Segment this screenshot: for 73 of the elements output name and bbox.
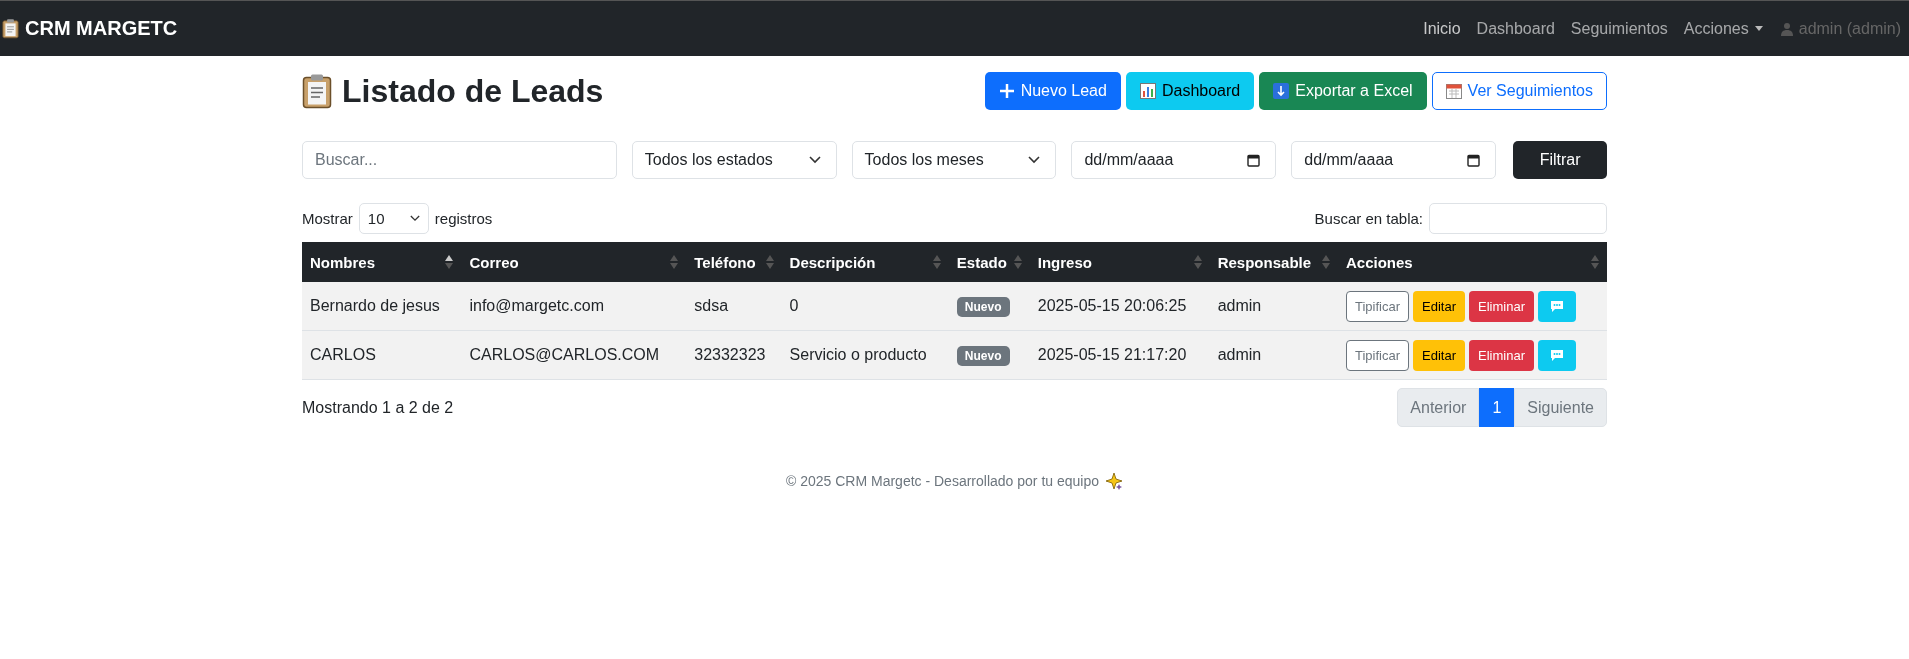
delete-button[interactable]: Eliminar: [1469, 339, 1534, 371]
nav-link[interactable]: Inicio: [1423, 19, 1461, 38]
filter-button[interactable]: Filtrar: [1513, 141, 1608, 179]
caret-icon: [1754, 26, 1763, 31]
chevron-icon: [409, 215, 420, 222]
date-field[interactable]: dd/mm/aaaa: [1291, 141, 1497, 179]
table-info: Mostrando 1 a 2 de 2: [302, 398, 454, 417]
column-header[interactable]: Nombres: [302, 242, 462, 282]
action-button[interactable]: Nuevo Lead: [984, 72, 1121, 110]
download-icon: [1273, 83, 1290, 99]
action-button[interactable]: Exportar a Excel: [1259, 72, 1427, 110]
table-cell: info@margetc.com: [461, 282, 687, 331]
table-cell: admin: [1209, 330, 1338, 380]
comment-button[interactable]: [1538, 290, 1576, 322]
nav-dropdown[interactable]: Acciones: [1683, 19, 1763, 38]
clipboard-icon: [2, 18, 19, 39]
table-cell: admin: [1209, 282, 1338, 331]
chat-icon: [1550, 299, 1564, 313]
previous-page-button[interactable]: Anterior: [1397, 388, 1480, 427]
table-cell: 2025-05-15 21:17:20: [1029, 330, 1210, 380]
records-label: registros: [434, 210, 493, 227]
edit-button[interactable]: Editar: [1413, 339, 1465, 371]
edit-button[interactable]: Editar: [1413, 290, 1465, 322]
calendar-icon: [1445, 83, 1462, 99]
column-header[interactable]: Responsable: [1209, 242, 1338, 282]
tipificar-button[interactable]: Tipificar: [1346, 290, 1410, 322]
table-cell: 32332323: [686, 330, 782, 380]
action-button[interactable]: Ver Seguimientos: [1431, 72, 1607, 110]
user-name: admin (admin): [1798, 19, 1901, 38]
page-size-select[interactable]: 10: [358, 203, 429, 234]
chevron-icon: [808, 156, 821, 164]
table-cell: CARLOS: [302, 330, 462, 380]
footer-text: © 2025 CRM Margetc - Desarrollado por tu equipo: [786, 473, 1099, 489]
column-header[interactable]: Estado: [948, 242, 1030, 282]
bar-chart-icon: [1139, 83, 1156, 99]
calendar-icon: [1247, 153, 1261, 167]
show-label: Mostrar: [302, 210, 353, 227]
next-page-button[interactable]: Siguiente: [1514, 388, 1607, 427]
tipificar-button[interactable]: Tipificar: [1346, 339, 1410, 371]
status-select[interactable]: Todos los estados: [631, 141, 837, 179]
chat-icon: [1550, 348, 1564, 362]
table-cell: Servicio o producto: [781, 330, 949, 380]
page-button[interactable]: 1: [1479, 388, 1515, 427]
column-header[interactable]: Descripción: [781, 242, 949, 282]
delete-button[interactable]: Eliminar: [1469, 290, 1534, 322]
table-cell: 2025-05-15 20:06:25: [1029, 282, 1210, 331]
table-cell: 0: [781, 282, 949, 331]
sparkles-icon: [1105, 472, 1123, 490]
action-button[interactable]: Dashboard: [1125, 72, 1255, 110]
month-select[interactable]: Todos los meses: [851, 141, 1057, 179]
status-badge: Nuevo: [956, 346, 1010, 366]
page-title: Listado de Leads: [342, 72, 604, 110]
column-header[interactable]: Acciones: [1338, 242, 1607, 282]
column-header[interactable]: Correo: [461, 242, 687, 282]
column-header[interactable]: Teléfono: [686, 242, 782, 282]
comment-button[interactable]: [1538, 339, 1576, 371]
table-cell: sdsa: [686, 282, 782, 331]
table-cell: CARLOS@CARLOS.COM: [461, 330, 687, 380]
chevron-icon: [1028, 156, 1041, 164]
calendar-icon: [1467, 153, 1481, 167]
status-badge: Nuevo: [956, 297, 1010, 317]
date-field[interactable]: dd/mm/aaaa: [1071, 141, 1277, 179]
search-field[interactable]: Buscar...: [302, 141, 617, 179]
nav-link[interactable]: Dashboard: [1476, 19, 1555, 38]
plus-icon: [998, 83, 1015, 99]
table-search-field[interactable]: [1429, 203, 1607, 234]
nav-link[interactable]: Seguimientos: [1570, 19, 1668, 38]
table-cell: Bernardo de jesus: [302, 282, 462, 331]
clipboard-icon: [302, 73, 332, 109]
user-icon: [1780, 21, 1793, 36]
table-search-label: Buscar en tabla:: [1314, 210, 1423, 227]
column-header[interactable]: Ingreso: [1029, 242, 1210, 282]
brand-link[interactable]: CRM MARGETC: [25, 17, 178, 40]
